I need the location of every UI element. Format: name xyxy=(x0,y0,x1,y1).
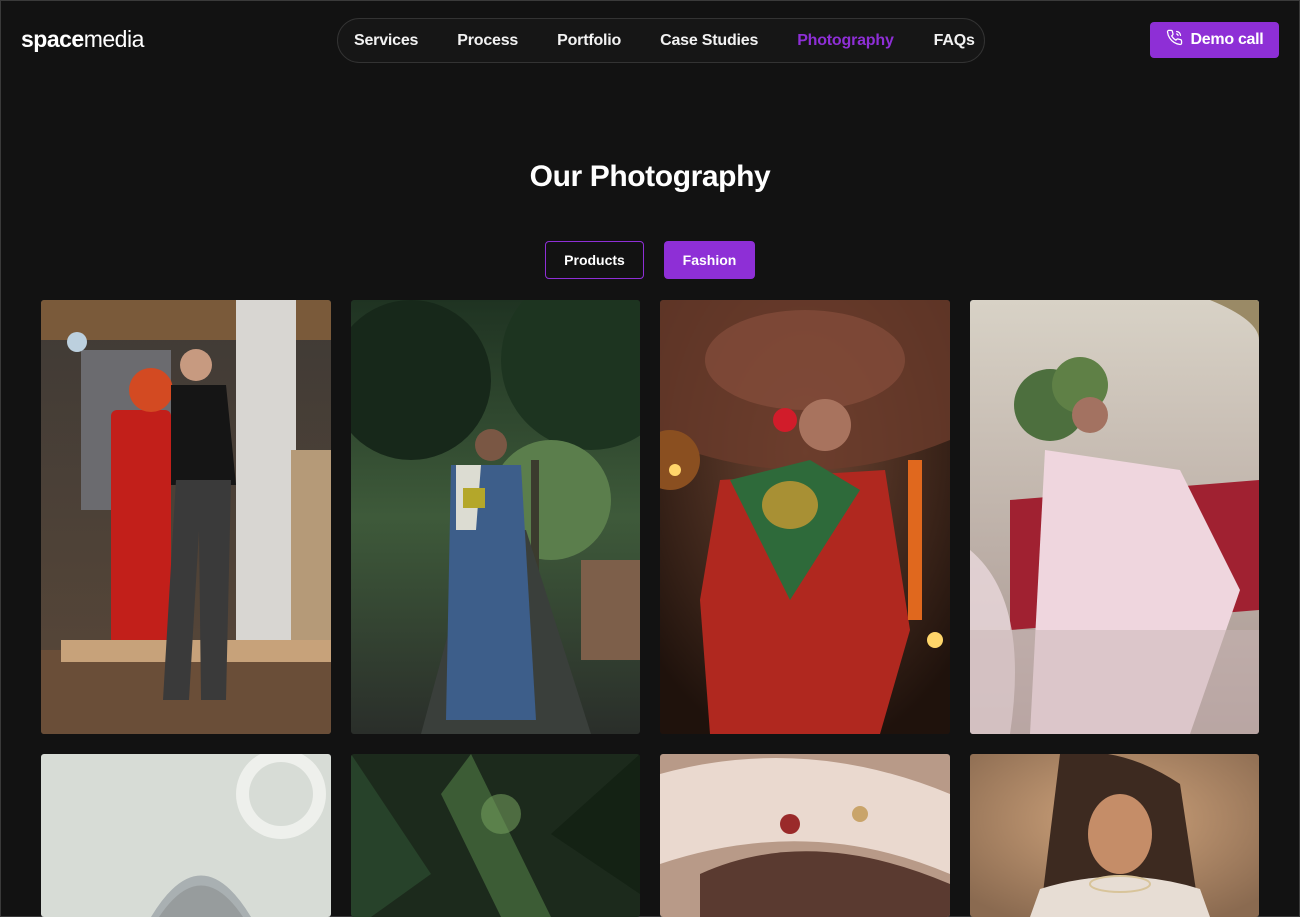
gallery-photo[interactable] xyxy=(41,300,331,734)
photo-red-saree-candles xyxy=(660,300,950,734)
gallery-photo[interactable] xyxy=(970,754,1259,917)
gallery-photo[interactable] xyxy=(660,300,950,734)
brand-logo-part-2: media xyxy=(83,26,145,52)
nav-item-portfolio[interactable]: Portfolio xyxy=(557,32,621,50)
nav-item-case-studies[interactable]: Case Studies xyxy=(660,32,758,50)
nav-item-faqs[interactable]: FAQs xyxy=(934,32,975,50)
main-nav: Services Process Portfolio Case Studies … xyxy=(337,18,985,63)
photo-model-fuel-pump xyxy=(41,300,331,734)
demo-call-label: Demo call xyxy=(1190,31,1264,48)
phone-call-icon xyxy=(1166,29,1183,51)
nav-item-photography[interactable]: Photography xyxy=(797,32,894,50)
gallery-photo[interactable] xyxy=(41,754,331,917)
photo-warm-portrait xyxy=(970,754,1259,917)
gallery-photo[interactable] xyxy=(660,754,950,917)
demo-call-button[interactable]: Demo call xyxy=(1150,22,1279,58)
nav-item-services[interactable]: Services xyxy=(354,32,418,50)
photo-palm-foliage xyxy=(351,754,640,917)
photo-embroidered-fabric xyxy=(660,754,950,917)
filter-tab-fashion[interactable]: Fashion xyxy=(664,241,755,279)
photo-blue-saree-garden xyxy=(351,300,640,734)
brand-logo[interactable]: spacemedia xyxy=(21,26,144,53)
gallery-photo[interactable] xyxy=(351,754,640,917)
photo-pink-saree-seated xyxy=(970,300,1259,734)
gallery-photo[interactable] xyxy=(970,300,1259,734)
filter-tab-products[interactable]: Products xyxy=(545,241,644,279)
nav-item-process[interactable]: Process xyxy=(457,32,518,50)
gallery-photo[interactable] xyxy=(351,300,640,734)
brand-logo-part-1: space xyxy=(21,26,84,52)
photo-veil-white xyxy=(41,754,331,917)
page-title: Our Photography xyxy=(529,160,771,193)
